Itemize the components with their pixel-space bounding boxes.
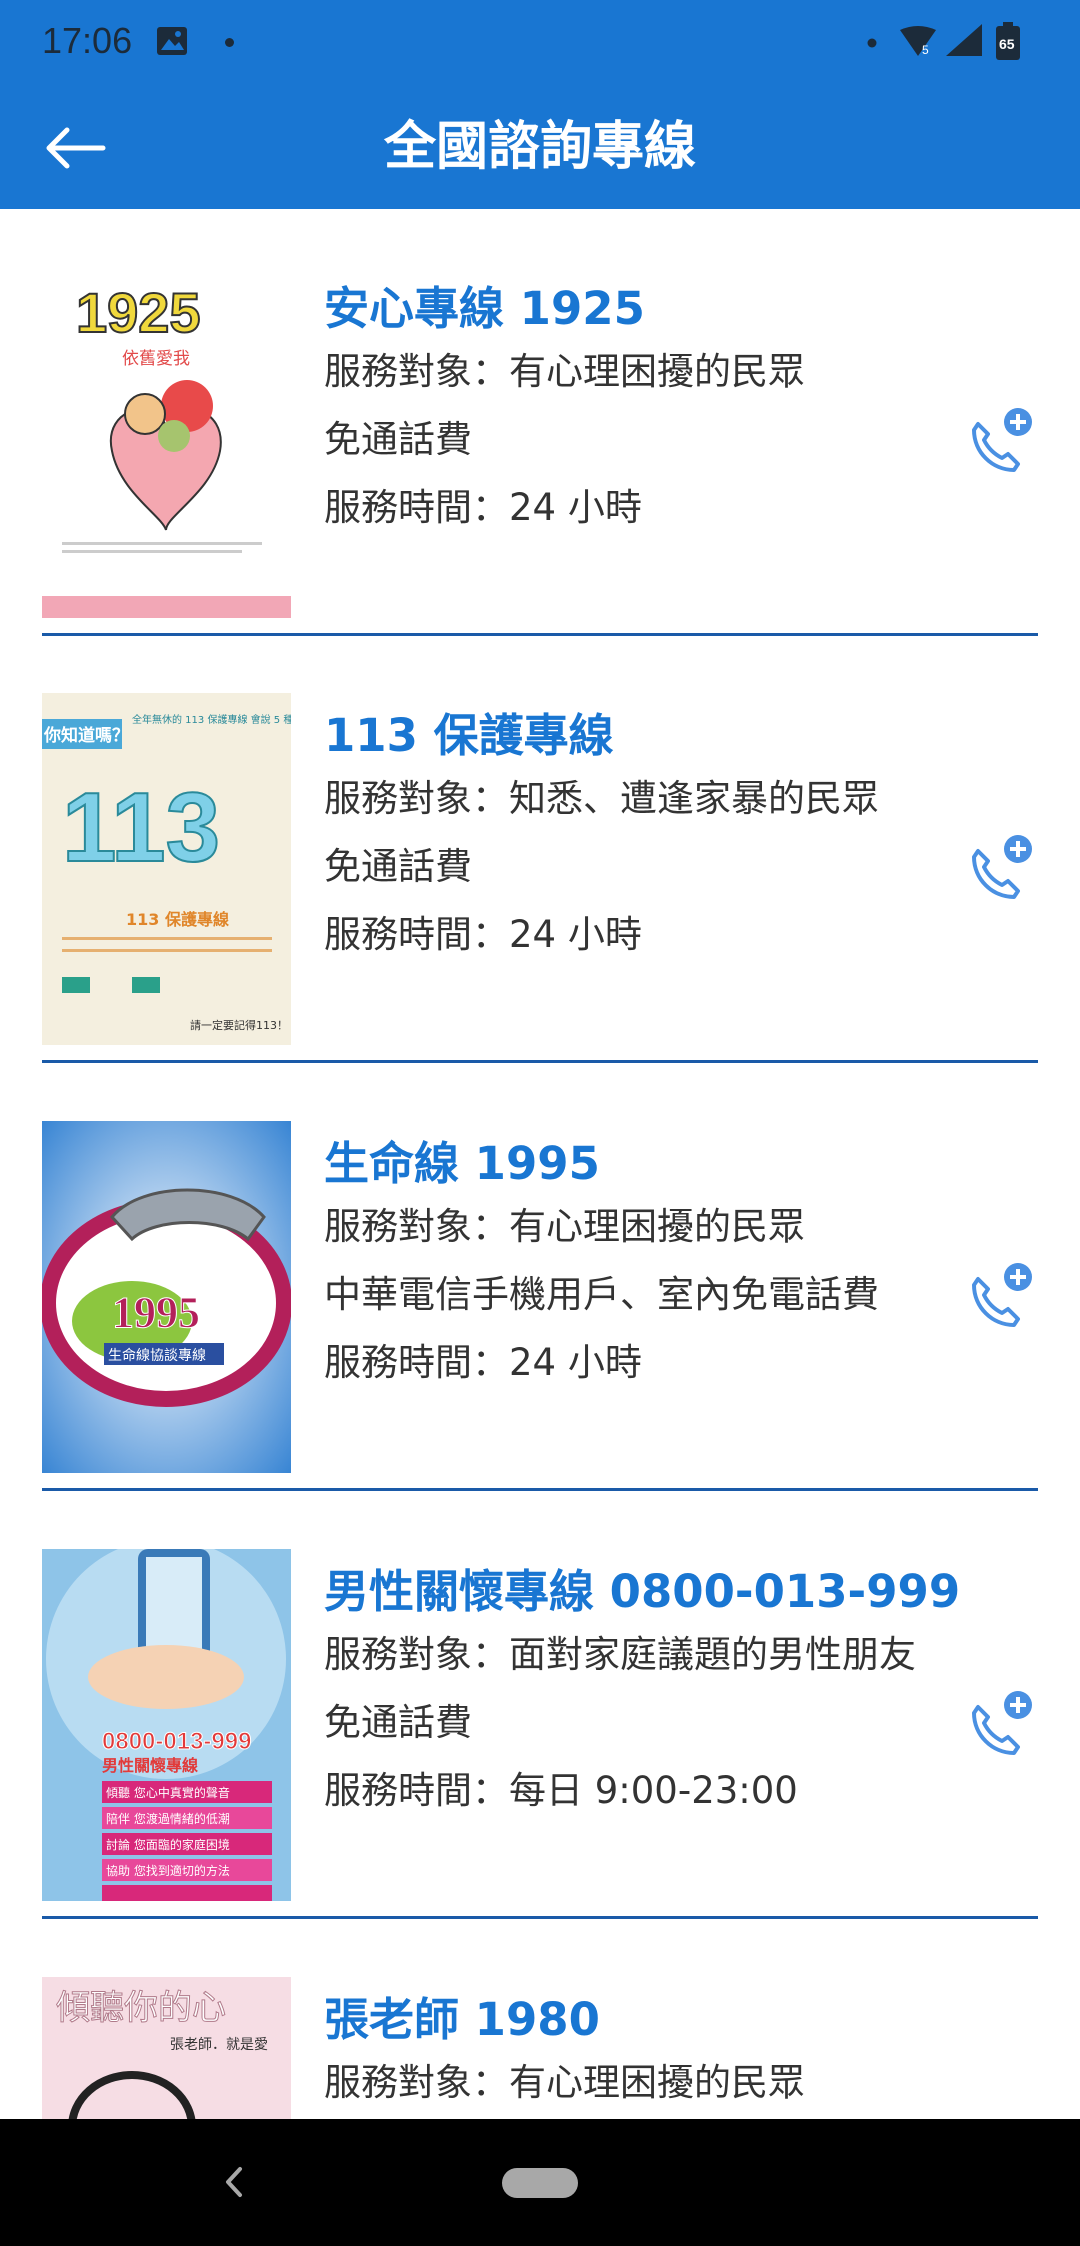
hotline-card-113[interactable]: 你知道嗎？ 全年無休的 113 保護專線 會說 5 種外國語言喔！ 113 11… [42, 636, 1038, 1063]
battery-level: 65 [999, 36, 1015, 52]
page-title: 全國諮詢專線 [383, 117, 696, 177]
hotline-hours: 服務時間：每日 9:00-23:00 [324, 1769, 798, 1812]
phone-plus-icon[interactable] [968, 404, 1038, 474]
poster-number: 1995 [112, 1288, 200, 1337]
hotline-poster-1995: 1995 生命線協談專線 [42, 1121, 291, 1473]
phone-plus-icon[interactable] [968, 1259, 1038, 1329]
hotline-target: 服務對象：有心理困擾的民眾 [324, 350, 805, 393]
poster-item: 陪伴 您渡過情緒的低潮 [106, 1811, 230, 1826]
poster-item: 協助 您找到適切的方法 [106, 1863, 230, 1878]
poster-item: 討論 您面臨的家庭困境 [106, 1837, 230, 1852]
status-time: 17:06 [42, 20, 133, 61]
hotline-title: 張老師 1980 [324, 1993, 600, 2046]
hotline-card-1980[interactable]: 傾聽你的心 張老師．就是愛 張老師 1980 服務對象：有心理困擾的民眾 [42, 1920, 1038, 2119]
hotline-poster-1980: 傾聽你的心 張老師．就是愛 [42, 1977, 291, 2119]
poster-caption: 男性關懷專線 [102, 1756, 198, 1775]
hotline-fee: 免通話費 [324, 845, 472, 888]
hotline-fee: 免通話費 [324, 1701, 472, 1744]
system-nav-bar [0, 2119, 1080, 2246]
phone-plus-icon[interactable] [968, 1687, 1038, 1757]
hotline-title: 113 保護專線 [324, 709, 614, 762]
poster-number: 113 [62, 772, 220, 882]
poster-caption: 張老師．就是愛 [170, 2037, 268, 2053]
phone-plus-icon[interactable] [968, 831, 1038, 901]
hotline-fee: 中華電信手機用戶、室內免電話費 [324, 1273, 879, 1316]
status-icons: 5 65 [867, 22, 1020, 60]
divider [42, 1060, 1038, 1063]
hotline-card-1995[interactable]: 1995 生命線協談專線 生命線 1995 服務對象：有心理困擾的民眾 中華電信… [42, 1064, 1038, 1491]
divider [42, 1488, 1038, 1491]
hotline-fee: 免通話費 [324, 418, 472, 461]
poster-heading: 傾聽你的心 [56, 1988, 226, 2028]
hotline-target: 服務對象：面對家庭議題的男性朋友 [324, 1633, 916, 1676]
hotline-target: 服務對象：有心理困擾的民眾 [324, 1205, 805, 1248]
divider [42, 1916, 1038, 1919]
app-header: 17:06 5 65 全國諮詢專線 [0, 0, 1080, 209]
hotline-poster-113: 你知道嗎？ 全年無休的 113 保護專線 會說 5 種外國語言喔！ 113 11… [42, 693, 291, 1045]
poster-number: 1925 [76, 281, 201, 344]
svg-text:5: 5 [922, 43, 929, 57]
hotline-card-0800-013-999[interactable]: 0800-013-999 男性關懷專線 傾聽 您心中真實的聲音 陪伴 您渡過情緒… [42, 1492, 1038, 1919]
hotline-hours: 服務時間：24 小時 [324, 1341, 642, 1384]
nav-back-icon[interactable] [218, 2157, 248, 2207]
hotline-hours: 服務時間：24 小時 [324, 486, 642, 529]
poster-top-text: 你知道嗎？ [43, 725, 129, 746]
poster-item: 傾聽 您心中真實的聲音 [106, 1785, 230, 1800]
hotline-title: 安心專線 1925 [324, 282, 645, 335]
hotline-target: 服務對象：有心理困擾的民眾 [324, 2061, 805, 2104]
hotline-target: 服務對象：知悉、遭逢家暴的民眾 [324, 777, 879, 820]
hotline-hours: 服務時間：24 小時 [324, 913, 642, 956]
hotline-poster-0800-013-999: 0800-013-999 男性關懷專線 傾聽 您心中真實的聲音 陪伴 您渡過情緒… [42, 1549, 291, 1901]
hotline-title: 生命線 1995 [324, 1137, 600, 1190]
poster-banner-text: 全年無休的 113 保護專線 會說 5 種外國語言喔！ [132, 713, 291, 726]
poster-caption: 113 保護專線 [126, 910, 229, 929]
image-notification-icon [157, 27, 187, 55]
notification-dot-icon [225, 38, 234, 47]
hotline-list: 1925 依舊愛我 安心專線 1925 服務對象：有心理困擾的民眾 免通話費 服… [0, 209, 1080, 2119]
nav-home-button[interactable] [502, 2168, 578, 2198]
poster-caption: 依舊愛我 [122, 349, 190, 369]
status-bar: 17:06 5 65 [0, 0, 1080, 86]
hotline-title: 男性關懷專線 0800-013-999 [324, 1565, 961, 1618]
app-bar: 全國諮詢專線 [0, 86, 1080, 209]
hotline-card-1925[interactable]: 1925 依舊愛我 安心專線 1925 服務對象：有心理困擾的民眾 免通話費 服… [42, 209, 1038, 636]
hotline-poster-1925: 1925 依舊愛我 [42, 266, 291, 618]
poster-caption: 生命線協談專線 [108, 1347, 206, 1364]
poster-footer-text: 請一定要記得113！ [190, 1018, 288, 1032]
poster-number: 0800-013-999 [102, 1728, 251, 1755]
